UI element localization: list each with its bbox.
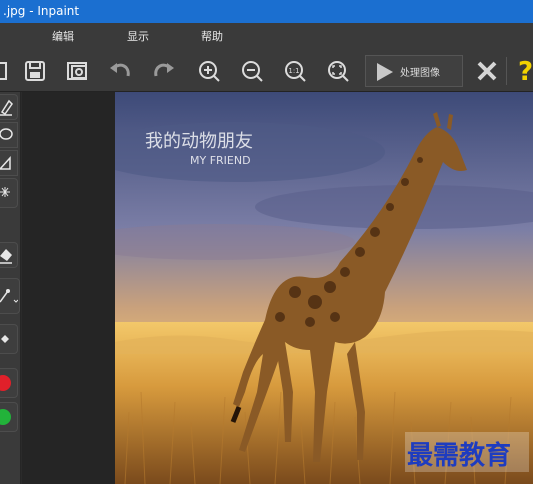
title-bar: .jpg - Inpaint bbox=[0, 0, 533, 23]
help-icon[interactable]: ? bbox=[516, 56, 533, 86]
save-as-icon[interactable] bbox=[64, 56, 92, 86]
svg-text:?: ? bbox=[518, 58, 533, 84]
menu-help[interactable]: 帮助 bbox=[201, 23, 223, 51]
window-title: .jpg - Inpaint bbox=[3, 4, 80, 18]
process-image-label: 处理图像 bbox=[400, 68, 440, 79]
move-icon[interactable] bbox=[0, 324, 18, 354]
watermark-en: MY FRIEND bbox=[190, 154, 251, 167]
magic-wand-icon[interactable] bbox=[0, 178, 18, 208]
polygon-icon[interactable] bbox=[0, 150, 18, 176]
actual-size-icon[interactable]: 1:1 bbox=[281, 56, 309, 86]
svg-text:1:1: 1:1 bbox=[288, 67, 299, 75]
lasso-icon[interactable] bbox=[0, 122, 18, 148]
toolbar-separator bbox=[506, 57, 507, 85]
close-icon[interactable] bbox=[473, 56, 501, 86]
brand-watermark: 最需教育 bbox=[407, 440, 511, 471]
left-toolbar bbox=[0, 92, 21, 484]
menu-view[interactable]: 显示 bbox=[127, 23, 149, 51]
menu-edit[interactable]: 编辑 bbox=[52, 23, 74, 51]
redo-icon[interactable] bbox=[150, 56, 178, 86]
eraser-icon[interactable] bbox=[0, 242, 18, 268]
toolbar: 1:1 处理图像 ? bbox=[0, 51, 533, 92]
red-dot[interactable] bbox=[0, 368, 18, 398]
zoom-out-icon[interactable] bbox=[238, 56, 266, 86]
save-icon[interactable] bbox=[22, 56, 48, 86]
open-icon[interactable] bbox=[0, 56, 10, 86]
guide-lines-icon[interactable] bbox=[0, 278, 20, 314]
play-icon bbox=[377, 63, 393, 81]
fit-icon[interactable] bbox=[324, 56, 352, 86]
watermark-cn: 我的动物朋友 bbox=[145, 131, 253, 152]
giraffe-photo[interactable]: 我的动物朋友 MY FRIEND 最需教育 bbox=[115, 92, 533, 484]
undo-icon[interactable] bbox=[106, 56, 134, 86]
zoom-in-icon[interactable] bbox=[195, 56, 223, 86]
green-dot[interactable] bbox=[0, 402, 18, 432]
marker-icon[interactable] bbox=[0, 94, 18, 120]
process-image-button[interactable]: 处理图像 bbox=[365, 55, 463, 87]
menu-bar: 编辑 显示 帮助 bbox=[0, 23, 533, 51]
